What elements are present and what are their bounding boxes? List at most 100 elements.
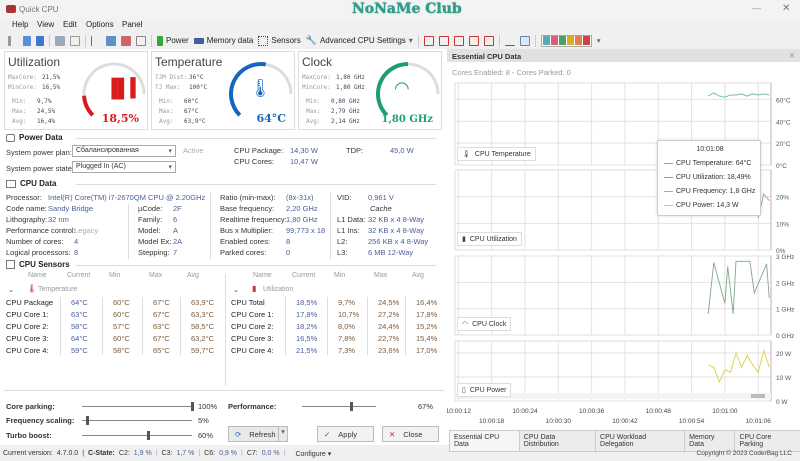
layout-icon-2[interactable] [438, 35, 449, 46]
menu-panel[interactable]: Panel [122, 20, 142, 29]
gauge-stat: Avg: 63,9°C [159, 118, 206, 125]
gauge-row: MinCore: 1,80 GHz [302, 84, 365, 91]
refresh-button[interactable]: ⟳ Refresh ▾ [228, 426, 288, 442]
monitor-icon[interactable] [106, 35, 116, 46]
sensor-value: 63°C [71, 310, 88, 319]
sensor-value: 7,3% [338, 346, 356, 355]
gauge-value: 18,5% [101, 112, 139, 125]
sensor-value: 63,2°C [191, 334, 215, 343]
y-tick-label: 0 W [776, 399, 788, 406]
menu-view[interactable]: View [37, 20, 54, 29]
column-header: Min [334, 272, 346, 279]
slider-thumb[interactable] [86, 416, 89, 425]
tab-cpu-core-parking[interactable]: CPU Core Parking [734, 430, 800, 452]
tab-cpu-workload-delegation[interactable]: CPU Workload Delegation [595, 430, 686, 452]
tooltip-time: 10:01:08 [696, 146, 724, 153]
sensor-value: 17,8% [296, 310, 318, 319]
gauge-title: Utilization [8, 55, 61, 69]
cpu-field-value: 2A [173, 237, 183, 246]
tab-memory-data[interactable]: Memory Data [684, 430, 736, 452]
line-chart-icon[interactable] [504, 36, 515, 46]
scrollbar-thumb[interactable] [751, 394, 765, 398]
sensor-value: 63,3°C [191, 310, 215, 319]
configure-menu[interactable]: Configure ▾ [295, 450, 331, 458]
cpu-field-value: 1,80 GHz [286, 215, 318, 224]
layout-icon-5[interactable] [483, 35, 494, 46]
menu-help[interactable]: Help [12, 20, 28, 29]
tooltip-item: CPU Power: 14,3 W [664, 202, 739, 209]
sensor-value: 17,0% [416, 346, 438, 355]
signal-mid-icon[interactable] [23, 35, 31, 46]
window-icon[interactable] [70, 35, 80, 46]
close-icon: ✕ [389, 429, 396, 439]
signal-high-icon[interactable] [36, 35, 44, 46]
tab-essential-cpu-data[interactable]: Essential CPU Data [449, 430, 520, 452]
apply-button[interactable]: ✓ Apply [317, 426, 374, 442]
color-palette-select[interactable] [540, 34, 592, 47]
list-icon[interactable] [136, 35, 146, 46]
memory-data-button[interactable]: Memory data [193, 36, 253, 45]
refresh-dropdown[interactable]: ▾ [278, 427, 287, 441]
gauge-title: Temperature [155, 55, 223, 69]
slider-thumb[interactable] [190, 402, 194, 411]
slider-thumb[interactable] [146, 431, 150, 440]
x-tick-label: 10:00:24 [512, 408, 538, 415]
sensor-group-label: Utilization [263, 286, 294, 293]
sensor-value: 16,4% [416, 298, 438, 307]
core_parking-slider[interactable] [82, 402, 194, 411]
collapse-chevron-icon[interactable]: ⌄ [233, 285, 239, 294]
check-icon: ✓ [324, 429, 331, 439]
menu-options[interactable]: Options [86, 20, 114, 29]
panel-toggle-icon[interactable] [519, 35, 530, 46]
layout-icon-3[interactable] [453, 35, 464, 46]
advanced-settings-button[interactable]: 🔧 Advanced CPU Settings ▾ [306, 35, 413, 46]
bar-chart-icon: ▮ [462, 236, 466, 243]
collapse-chevron-icon[interactable]: ⌄ [8, 285, 14, 294]
close-button[interactable]: ✕ Close [382, 426, 439, 442]
power-plan-select[interactable]: Сбалансированная [72, 145, 176, 157]
sensor-name: CPU Core 1: [231, 310, 274, 319]
app-icon [6, 5, 16, 13]
sensor-value: 21,5% [296, 346, 318, 355]
x-tick-label: 10:00:12 [447, 408, 471, 415]
chevron-down-icon: ▾ [408, 36, 413, 45]
freq_scaling-slider[interactable] [82, 416, 192, 425]
sensor-name: CPU Core 1: [6, 310, 49, 319]
x-tick-label: 10:00:42 [612, 418, 638, 425]
power-state-label: System power state: [6, 164, 74, 173]
power-button[interactable]: Power [157, 35, 189, 46]
menu-edit[interactable]: Edit [63, 20, 77, 29]
vid-value: 0,961 V [368, 193, 394, 202]
signal-low-icon[interactable] [8, 35, 18, 46]
layout-icon-1[interactable] [423, 35, 434, 46]
chevron-down-icon[interactable]: ▾ [597, 36, 601, 45]
tools-icon[interactable] [121, 35, 131, 46]
sensor-value: 7,8% [338, 334, 356, 343]
sensor-value: 67°C [153, 298, 170, 307]
clock-gauge-card: Clock MaxCore: 1,80 GHz MinCore: 1,80 GHz Min… [298, 51, 442, 130]
tab-cpu-data-distribution[interactable]: CPU Data Distribution [518, 430, 597, 452]
window-title: Quick CPU [19, 5, 59, 14]
sensors-button[interactable]: Sensors [258, 35, 301, 46]
power-state-select[interactable]: Plugged In (AC) [72, 161, 176, 173]
c6-value: 0,9 % [219, 450, 237, 457]
y-tick-label: 0 GHz [776, 333, 794, 340]
cpu-field-label: µCode: [138, 204, 163, 213]
slider-thumb[interactable] [350, 402, 354, 411]
close-window-button[interactable]: ✕ [782, 3, 790, 14]
power-data-header: Power Data [6, 133, 436, 142]
turbo-slider[interactable] [82, 431, 192, 440]
performance-slider[interactable] [302, 402, 376, 411]
utilization-gauge-card: Utilization MaxCore: 21,5% MinCore: 16,5% Min… [4, 51, 148, 130]
version-value: 4.7.0.0 [56, 450, 79, 457]
sensor-value: 10,7% [338, 310, 360, 319]
y-tick-label: 20°C [776, 140, 791, 148]
cpu-field-value: 4 [74, 237, 79, 246]
palette-swatch [558, 36, 566, 45]
cpu-field-label: Performance control: [6, 226, 76, 235]
minimize-button[interactable]: — [752, 3, 761, 13]
y-tick-label: 0°C [776, 162, 787, 170]
layout-icon-4[interactable] [468, 35, 479, 46]
cpu-view-icon[interactable] [55, 35, 65, 46]
settings-chart-icon[interactable] [91, 35, 101, 46]
